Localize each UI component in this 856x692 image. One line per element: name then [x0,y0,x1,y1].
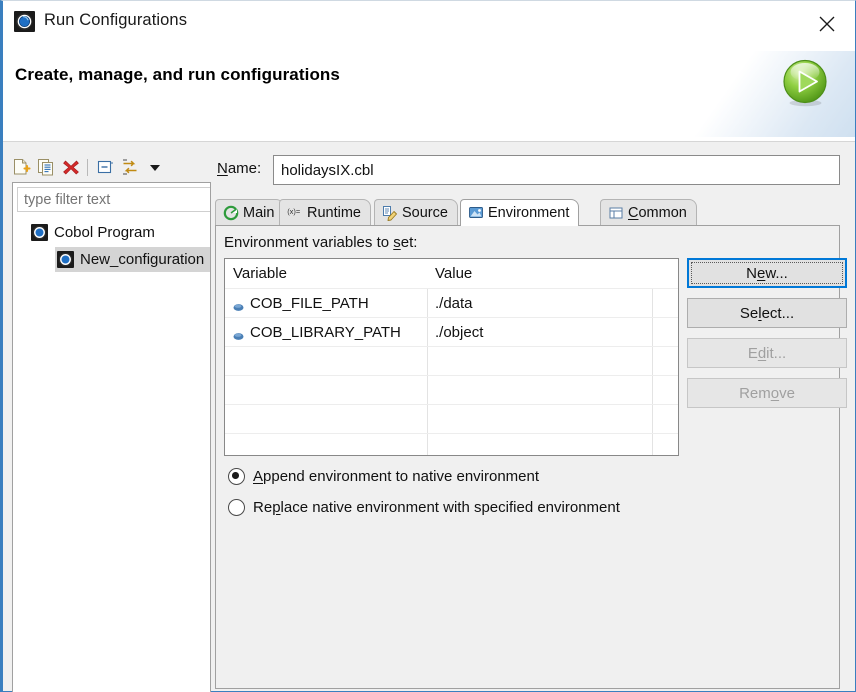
tree-toolbar [11,155,211,180]
environment-variables-label: Environment variables to set: [224,234,417,251]
table-empty-row [225,375,678,404]
cell-variable: COB_LIBRARY_PATH [233,318,401,347]
title-bar: Run Configurations [3,1,855,41]
column-header-value[interactable]: Value [427,259,472,288]
radio-label: Replace native environment with specifie… [253,499,620,516]
svg-text:(x)=: (x)= [287,207,301,216]
tab-source[interactable]: Source [374,199,458,226]
tab-label: Common [628,205,687,221]
collapse-all-icon[interactable] [95,157,115,177]
configuration-name-input[interactable] [273,155,840,185]
tree-item-list: Cobol Program New_configuration [13,219,210,273]
cobol-configuration-icon [57,251,74,268]
tab-common[interactable]: Common [600,199,697,226]
common-tab-icon [608,205,624,221]
new-launch-configuration-icon[interactable] [11,157,31,177]
tab-label: Environment [488,205,569,221]
environment-icon [468,205,484,221]
cobol-program-icon [31,224,48,241]
radio-append-environment[interactable]: Append environment to native environment [228,468,539,485]
eclipse-run-icon [14,11,35,32]
window-title: Run Configurations [44,11,187,30]
variable-name: COB_LIBRARY_PATH [250,324,401,341]
tree-item-cobol-program[interactable]: Cobol Program [13,219,210,246]
delete-configuration-icon[interactable] [61,157,81,177]
cell-value: ./object [435,318,483,347]
button-label: Edit... [748,345,786,362]
runtime-variables-icon: (x)= [287,205,303,221]
select-environment-variable-button[interactable]: Select... [687,298,847,328]
button-label: Remove [739,385,795,402]
button-label: Select... [740,305,794,322]
focus-indicator [691,262,843,284]
cell-value: ./data [435,289,473,318]
tab-environment[interactable]: Environment [460,199,579,226]
green-run-play-icon [780,57,831,108]
name-row: Name: [215,155,840,185]
main-tab-icon [223,205,239,221]
variable-name: COB_FILE_PATH [250,295,369,312]
duplicate-configuration-icon[interactable] [36,157,56,177]
new-environment-variable-button[interactable]: New... [687,258,847,288]
dialog-header: Create, manage, and run configurations [3,41,855,141]
radio-button-indicator[interactable] [228,468,245,485]
view-menu-chevron-down-icon[interactable] [145,157,165,177]
run-configurations-dialog: Run Configurations Create, manage, and r… [0,0,856,692]
env-var-bullet-icon [233,299,244,308]
filter-input[interactable] [17,187,211,212]
source-lookup-icon [382,205,398,221]
table-empty-row [225,433,678,456]
table-empty-row [225,346,678,375]
radio-replace-environment[interactable]: Replace native environment with specifie… [228,499,620,516]
cell-variable: COB_FILE_PATH [233,289,369,318]
configuration-editor: Name: Main [215,155,840,689]
toolbar-separator [87,159,88,176]
tab-label: Runtime [307,205,361,221]
name-label: Name: [217,160,261,177]
close-icon[interactable] [813,10,841,38]
table-row[interactable]: COB_FILE_PATH ./data [225,288,678,317]
tab-label: Main [243,205,274,221]
configuration-tabs: Main (x)= Runtime [215,199,840,226]
environment-tab-panel: Environment variables to set: Variable V… [215,225,840,689]
tree-item-label: New_configuration [80,251,204,268]
table-header-row: Variable Value [225,259,678,288]
filter-launch-configurations-icon[interactable] [120,157,140,177]
tree-item-new-configuration[interactable]: New_configuration [13,246,210,273]
column-header-variable[interactable]: Variable [225,259,287,288]
environment-variables-table[interactable]: Variable Value COB_FILE_PATH [224,258,679,456]
radio-button-indicator[interactable] [228,499,245,516]
tree-item-label: Cobol Program [54,224,155,241]
env-var-bullet-icon [233,328,244,337]
radio-label: Append environment to native environment [253,468,539,485]
dialog-body: Cobol Program New_configuration [3,142,855,691]
tab-runtime[interactable]: (x)= Runtime [279,199,371,226]
tab-label: Source [402,205,448,221]
table-empty-row [225,404,678,433]
remove-environment-variable-button: Remove [687,378,847,408]
page-title: Create, manage, and run configurations [15,65,340,85]
launch-configuration-tree[interactable]: Cobol Program New_configuration [12,182,211,692]
edit-environment-variable-button: Edit... [687,338,847,368]
tab-main[interactable]: Main [215,199,284,226]
table-row[interactable]: COB_LIBRARY_PATH ./object [225,317,678,346]
